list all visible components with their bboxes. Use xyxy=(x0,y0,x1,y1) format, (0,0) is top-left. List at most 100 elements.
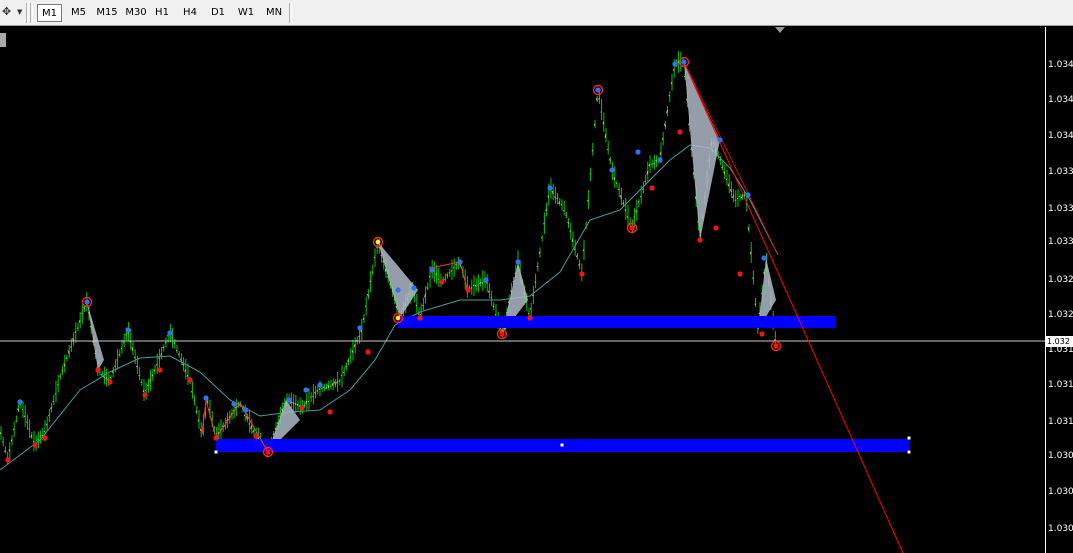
swing-low-dot xyxy=(32,442,38,448)
price-bar-tick xyxy=(415,304,418,307)
price-bar-tick xyxy=(668,94,671,97)
swing-high-dot xyxy=(657,157,663,163)
price-tick-label: 1.034 xyxy=(1048,95,1073,105)
swing-low-dot xyxy=(773,343,779,349)
swing-low-dot xyxy=(737,271,743,277)
price-bar-tick xyxy=(534,281,536,283)
price-bar-tick xyxy=(573,248,576,251)
swing-high-dot xyxy=(231,401,237,407)
swing-high-dot xyxy=(761,255,767,261)
price-tick-label: 1.030 xyxy=(1048,524,1073,534)
swing-low-dot xyxy=(107,379,113,385)
swing-high-dot xyxy=(167,330,173,336)
price-bar-tick xyxy=(697,221,699,223)
price-bar-tick xyxy=(338,380,341,382)
swing-high-dot xyxy=(672,61,678,67)
swing-high-dot xyxy=(303,387,309,393)
price-bar-tick xyxy=(307,400,310,403)
price-tick-label: 1.032 xyxy=(1048,275,1073,285)
swing-low-dot xyxy=(527,315,533,321)
swing-low-dot xyxy=(677,129,683,135)
swing-low-dot xyxy=(697,237,703,243)
swing-high-dot xyxy=(483,277,489,283)
support-zone-upper xyxy=(398,316,836,328)
price-bar-tick xyxy=(120,347,123,350)
price-bar-tick xyxy=(642,188,644,191)
timeframe-h4-button[interactable]: H4 xyxy=(178,4,202,22)
price-tick-label: 1.034 xyxy=(1048,131,1073,141)
swing-high-dot xyxy=(17,399,23,405)
zone-handle xyxy=(214,450,218,454)
swing-low-dot xyxy=(365,349,371,355)
swing-low-dot xyxy=(95,367,101,373)
price-bar-tick xyxy=(109,376,112,379)
swing-high-dot xyxy=(681,59,687,65)
swing-high-dot xyxy=(595,87,601,93)
price-bar-tick xyxy=(428,275,431,278)
swing-high-dot xyxy=(515,259,521,265)
price-bar-tick xyxy=(26,421,28,423)
chevron-down-icon[interactable]: ▼ xyxy=(17,8,22,16)
price-bar-tick xyxy=(23,415,26,418)
timeframe-d1-button[interactable]: D1 xyxy=(206,4,230,22)
price-tick-label: 1.030 xyxy=(1048,451,1073,461)
price-tick-label: 1.031 xyxy=(1048,417,1073,427)
price-bar-tick xyxy=(81,312,83,315)
price-tick-label: 1.034 xyxy=(1048,60,1073,70)
price-bar-tick xyxy=(316,390,319,392)
swing-high-dot xyxy=(243,407,249,413)
timeframe-m30-button[interactable]: M30 xyxy=(122,4,150,22)
price-bar-tick xyxy=(43,430,46,433)
swing-high-dot xyxy=(395,287,401,293)
timeframe-toolbar: ✥ ▼ M1 M5 M15 M30 H1 H4 D1 W1 MN xyxy=(0,0,1073,26)
price-bar-tick xyxy=(422,304,424,307)
price-bar-tick xyxy=(358,335,360,338)
price-bar-tick xyxy=(345,365,347,368)
current-price-label: 1.032 xyxy=(1046,336,1073,347)
swing-high-dot xyxy=(203,395,209,401)
price-bar-tick xyxy=(138,374,140,377)
swing-high-dot xyxy=(84,299,90,305)
toolbar-grip[interactable] xyxy=(30,3,33,23)
timeframe-m1-button[interactable]: M1 xyxy=(37,4,62,22)
price-bar-tick xyxy=(74,331,77,333)
timeframe-m5-button[interactable]: M5 xyxy=(66,4,91,22)
zone-handle xyxy=(907,436,911,440)
price-tick-label: 1.031 xyxy=(1048,380,1073,390)
swing-high-dot xyxy=(457,259,463,265)
price-chart[interactable] xyxy=(0,27,1073,553)
timeframe-h1-button[interactable]: H1 xyxy=(150,4,174,22)
price-bar-tick xyxy=(752,277,754,279)
swing-high-dot xyxy=(357,325,363,331)
price-scale[interactable] xyxy=(1045,27,1073,553)
timeframe-w1-button[interactable]: W1 xyxy=(234,4,258,22)
swing-high-dot xyxy=(125,327,131,333)
swing-low-dot xyxy=(713,225,719,231)
swing-low-dot xyxy=(265,449,271,455)
price-bar-tick xyxy=(565,214,567,216)
toolbar-grip[interactable] xyxy=(26,3,29,23)
swing-high-dot xyxy=(411,285,417,291)
swing-low-dot xyxy=(142,392,148,398)
price-bar-tick xyxy=(734,199,737,201)
price-bar-tick xyxy=(510,290,512,292)
price-bar-tick xyxy=(470,287,473,289)
chart-scroll-marker xyxy=(0,33,6,47)
price-bar-tick xyxy=(536,265,539,268)
swing-low-dot xyxy=(579,271,585,277)
price-bar-tick xyxy=(125,334,127,336)
swing-low-dot xyxy=(5,457,11,463)
swing-low-dot xyxy=(629,225,635,231)
timeframe-mn-button[interactable]: MN xyxy=(262,4,286,22)
pivot-marker xyxy=(395,315,401,321)
price-tick-label: 1.030 xyxy=(1048,487,1073,497)
price-bar-tick xyxy=(283,402,286,405)
timeframe-m15-button[interactable]: M15 xyxy=(93,4,121,22)
crosshair-icon[interactable]: ✥ xyxy=(2,5,16,19)
price-bar-tick xyxy=(529,308,532,310)
chart-shift-icon[interactable] xyxy=(775,27,785,33)
swing-low-dot xyxy=(42,435,48,441)
swing-low-dot xyxy=(213,435,219,441)
swing-high-dot xyxy=(745,192,751,198)
swing-high-dot xyxy=(429,267,435,273)
